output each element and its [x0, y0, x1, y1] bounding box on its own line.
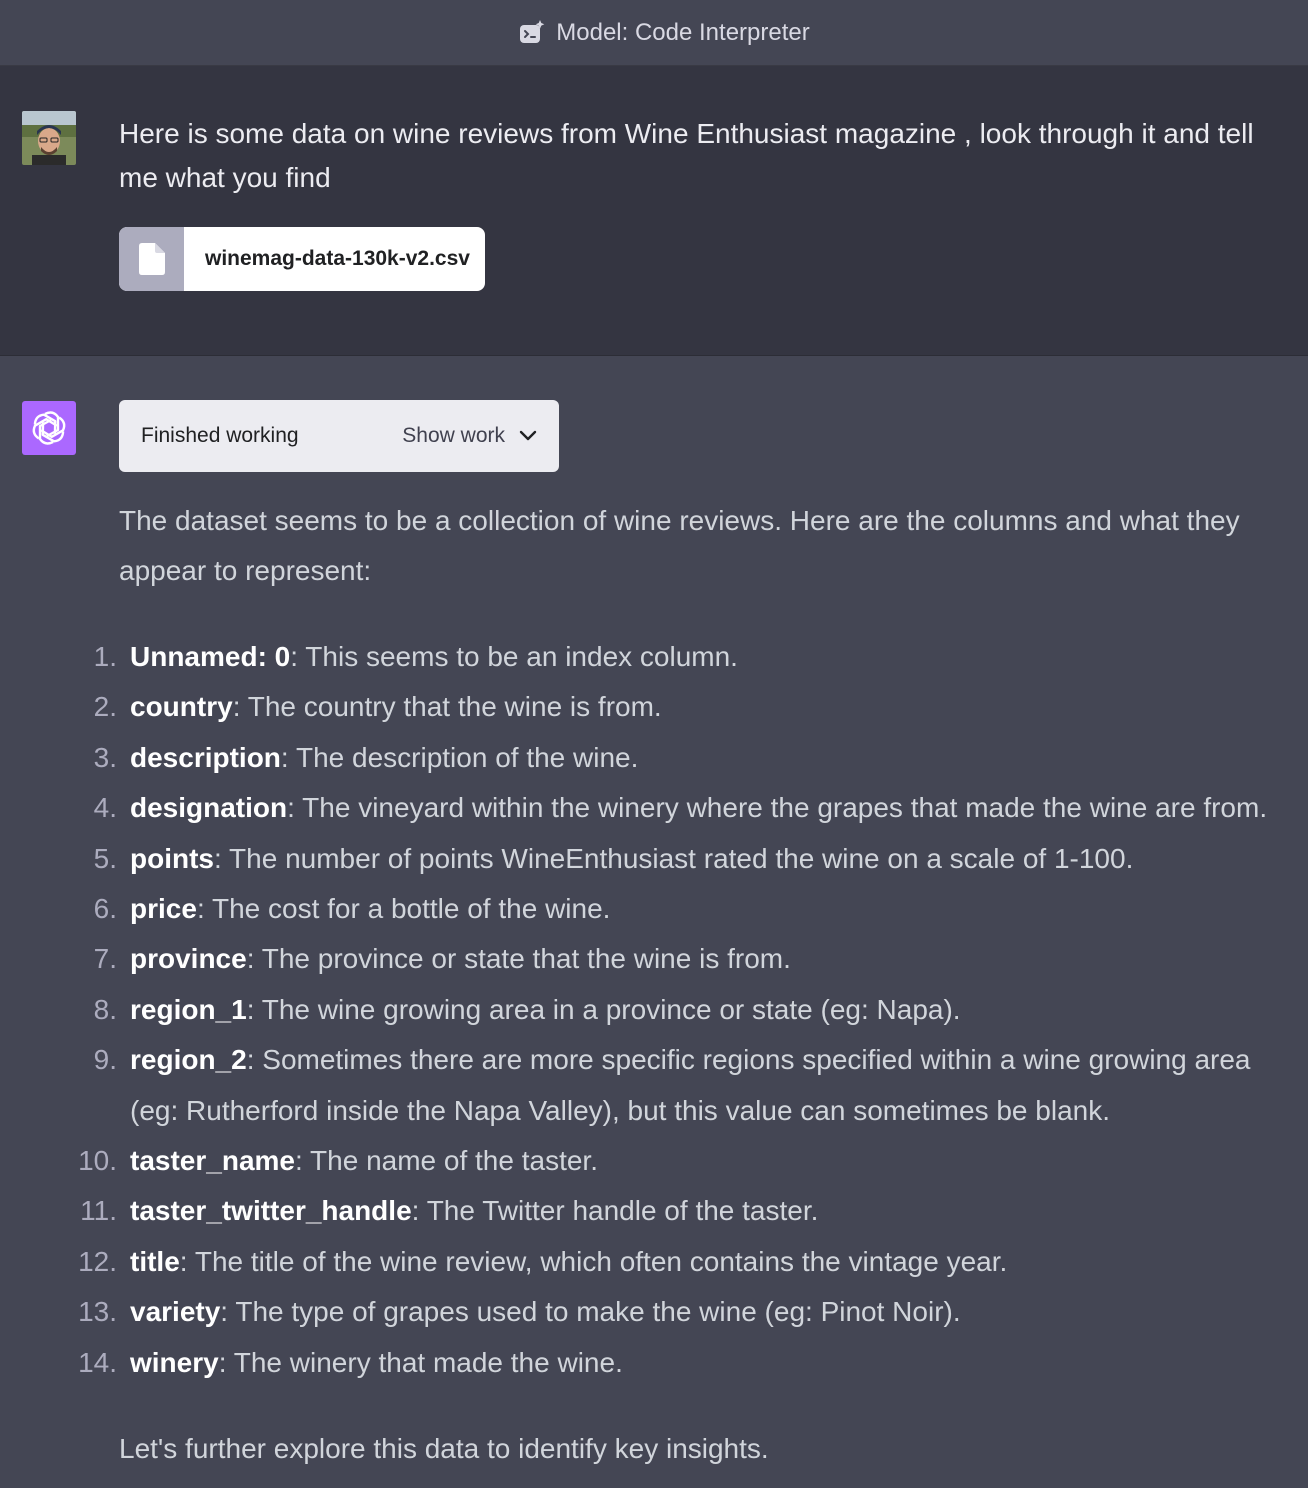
column-description: : The wine growing area in a province or… — [246, 993, 961, 1025]
file-attachment[interactable]: winemag-data-130k-v2.csv — [119, 227, 485, 291]
file-icon — [119, 227, 184, 291]
column-name: price — [130, 893, 197, 925]
column-name: winery — [130, 1346, 219, 1378]
column-description: : The Twitter handle of the taster. — [411, 1195, 819, 1227]
list-number: 13. — [78, 1296, 117, 1328]
column-name: taster_twitter_handle — [130, 1195, 412, 1227]
column-name: variety — [130, 1296, 221, 1328]
list-number: 7. — [93, 943, 117, 975]
column-list: 1. Unnamed: 0: This seems to be an index … — [0, 632, 1308, 1388]
list-number: 3. — [93, 741, 117, 773]
model-label: Model: Code Interpreter — [556, 18, 810, 46]
model-header: Model: Code Interpreter — [0, 0, 1308, 66]
user-avatar — [22, 111, 76, 165]
column-name: province — [130, 943, 247, 975]
file-name: winemag-data-130k-v2.csv — [205, 247, 470, 270]
column-list-item: 11. taster_twitter_handle: The Twitter ha… — [0, 1186, 1308, 1236]
model-label-group: Model: Code Interpreter — [518, 18, 810, 47]
column-list-item: 2. country: The country that the wine is … — [0, 682, 1308, 732]
list-number: 5. — [93, 842, 117, 874]
column-list-item: 3. description: The description of the wi… — [0, 733, 1308, 783]
show-work-button[interactable]: Show work — [402, 424, 537, 448]
column-description: : The title of the wine review, which of… — [179, 1245, 1008, 1277]
show-work-label: Show work — [402, 424, 505, 447]
column-list-item: 9. region_2: Sometimes there are more spe… — [0, 1035, 1308, 1136]
column-list-item: 6. price: The cost for a bottle of the wi… — [0, 884, 1308, 934]
list-number: 1. — [93, 641, 117, 672]
column-list-item: 1. Unnamed: 0: This seems to be an index … — [0, 632, 1308, 682]
column-name: designation — [130, 792, 288, 824]
column-list-item: 14. winery: The winery that made the wine… — [0, 1338, 1308, 1388]
user-message-text: Here is some data on wine reviews from W… — [119, 118, 1254, 193]
assistant-message: Finished working Show work The dataset s… — [0, 356, 1308, 1488]
column-description: : The province or state that the wine is… — [246, 943, 791, 975]
column-description: : The cost for a bottle of the wine. — [196, 893, 611, 925]
list-number: 8. — [93, 993, 117, 1025]
column-list-item: 12. title: The title of the wine review, … — [0, 1237, 1308, 1287]
code-interpreter-icon — [518, 19, 546, 47]
column-description: : The country that the wine is from. — [232, 691, 662, 723]
column-description: : The winery that made the wine. — [218, 1346, 623, 1378]
column-list-item: 10. taster_name: The name of the taster. — [0, 1136, 1308, 1186]
user-message: Here is some data on wine reviews from W… — [0, 66, 1308, 356]
column-description: : The number of points WineEnthusiast ra… — [214, 842, 1134, 874]
column-description: : The type of grapes used to make the wi… — [220, 1296, 961, 1328]
column-name: region_1 — [130, 993, 247, 1025]
column-name: description — [130, 741, 281, 773]
column-description: : Sometimes there are more specific regi… — [130, 1044, 1251, 1126]
list-number: 14. — [78, 1346, 117, 1378]
column-name: region_2 — [130, 1044, 247, 1076]
column-name: country — [130, 691, 233, 723]
column-description: : The name of the taster. — [294, 1145, 598, 1177]
list-number: 11. — [80, 1195, 117, 1227]
list-number: 10. — [78, 1145, 117, 1177]
column-name: taster_name — [130, 1145, 295, 1177]
column-list-item: 13. variety: The type of grapes used to m… — [0, 1287, 1308, 1337]
openai-logo-icon — [22, 401, 76, 455]
column-list-item: 8. region_1: The wine growing area in a p… — [0, 985, 1308, 1035]
column-name: title — [130, 1245, 180, 1277]
work-status-box: Finished working Show work — [119, 400, 559, 472]
assistant-intro-text: The dataset seems to be a collection of … — [119, 505, 1240, 586]
column-description: : The vineyard within the winery where t… — [287, 792, 1268, 824]
column-name: Unnamed: 0 — [130, 641, 291, 672]
column-name: points — [130, 842, 214, 874]
column-list-item: 4. designation: The vineyard within the w… — [0, 783, 1308, 833]
column-description: : The description of the wine. — [280, 741, 639, 773]
list-number: 9. — [93, 1044, 117, 1076]
column-list-item: 5. points: The number of points WineEnthu… — [0, 834, 1308, 884]
list-number: 6. — [93, 893, 117, 925]
column-list-item: 7. province: The province or state that t… — [0, 934, 1308, 984]
column-description: : This seems to be an index column. — [290, 641, 738, 672]
list-number: 12. — [78, 1245, 117, 1277]
list-number: 2. — [93, 691, 117, 723]
assistant-outro-text: Let's further explore this data to ident… — [119, 1433, 769, 1464]
list-number: 4. — [93, 792, 117, 824]
work-status-label: Finished working — [141, 424, 299, 447]
chevron-down-icon — [519, 424, 537, 448]
